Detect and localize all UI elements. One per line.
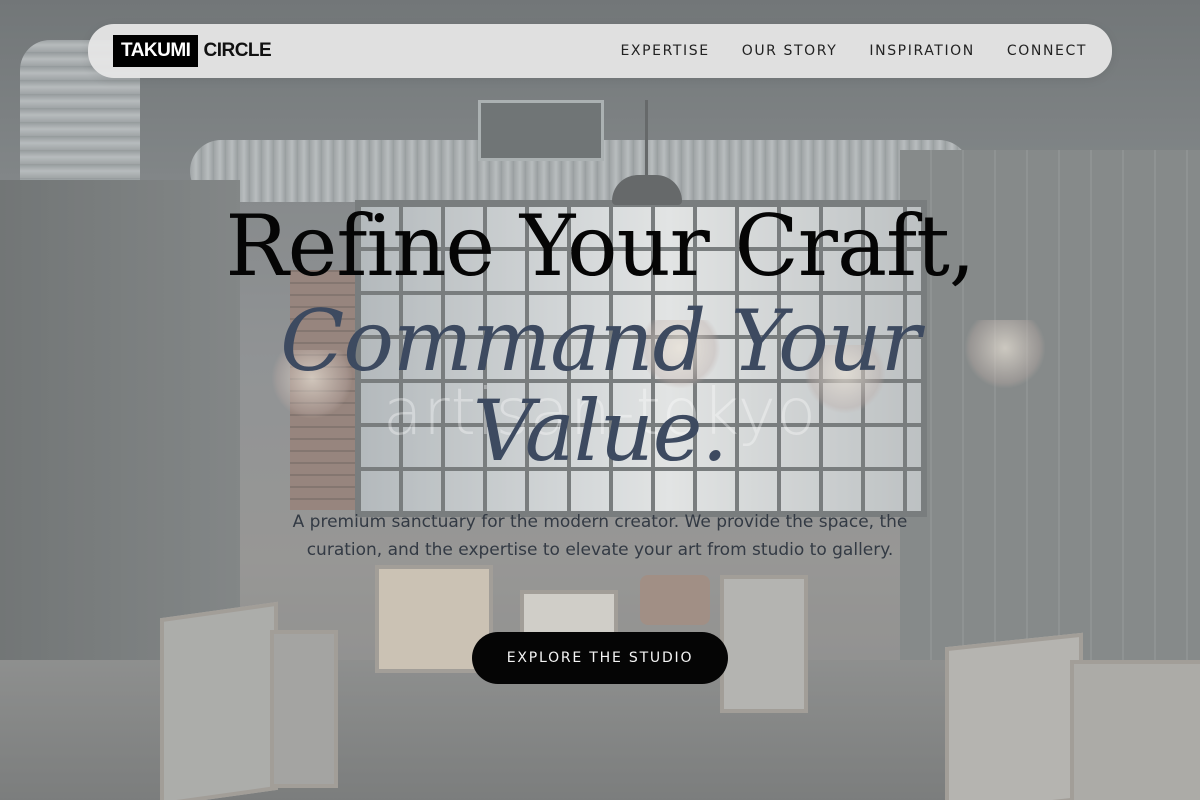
hero-title-line2: Command Your Value. [280, 292, 921, 480]
nav-link-connect[interactable]: CONNECT [1007, 43, 1087, 59]
hero-title-line1: Refine Your Craft, [225, 197, 975, 295]
nav-link-inspiration[interactable]: INSPIRATION [869, 43, 974, 59]
explore-studio-button[interactable]: EXPLORE THE STUDIO [472, 632, 728, 684]
logo-word-circle: CIRCLE [203, 40, 272, 61]
nav-link-expertise[interactable]: EXPERTISE [620, 43, 709, 59]
logo-word-takumi: TAKUMI [113, 35, 199, 67]
nav-link-our-story[interactable]: OUR STORY [742, 43, 838, 59]
nav-links: EXPERTISE OUR STORY INSPIRATION CONNECT [620, 24, 1087, 78]
hero-subtitle: A premium sanctuary for the modern creat… [292, 512, 908, 560]
top-navbar: TAKUMI CIRCLE EXPERTISE OUR STORY INSPIR… [88, 24, 1112, 78]
hero-title: Refine Your Craft, Command Your Value. [0, 196, 1200, 476]
site-logo[interactable]: TAKUMI CIRCLE [113, 35, 272, 67]
